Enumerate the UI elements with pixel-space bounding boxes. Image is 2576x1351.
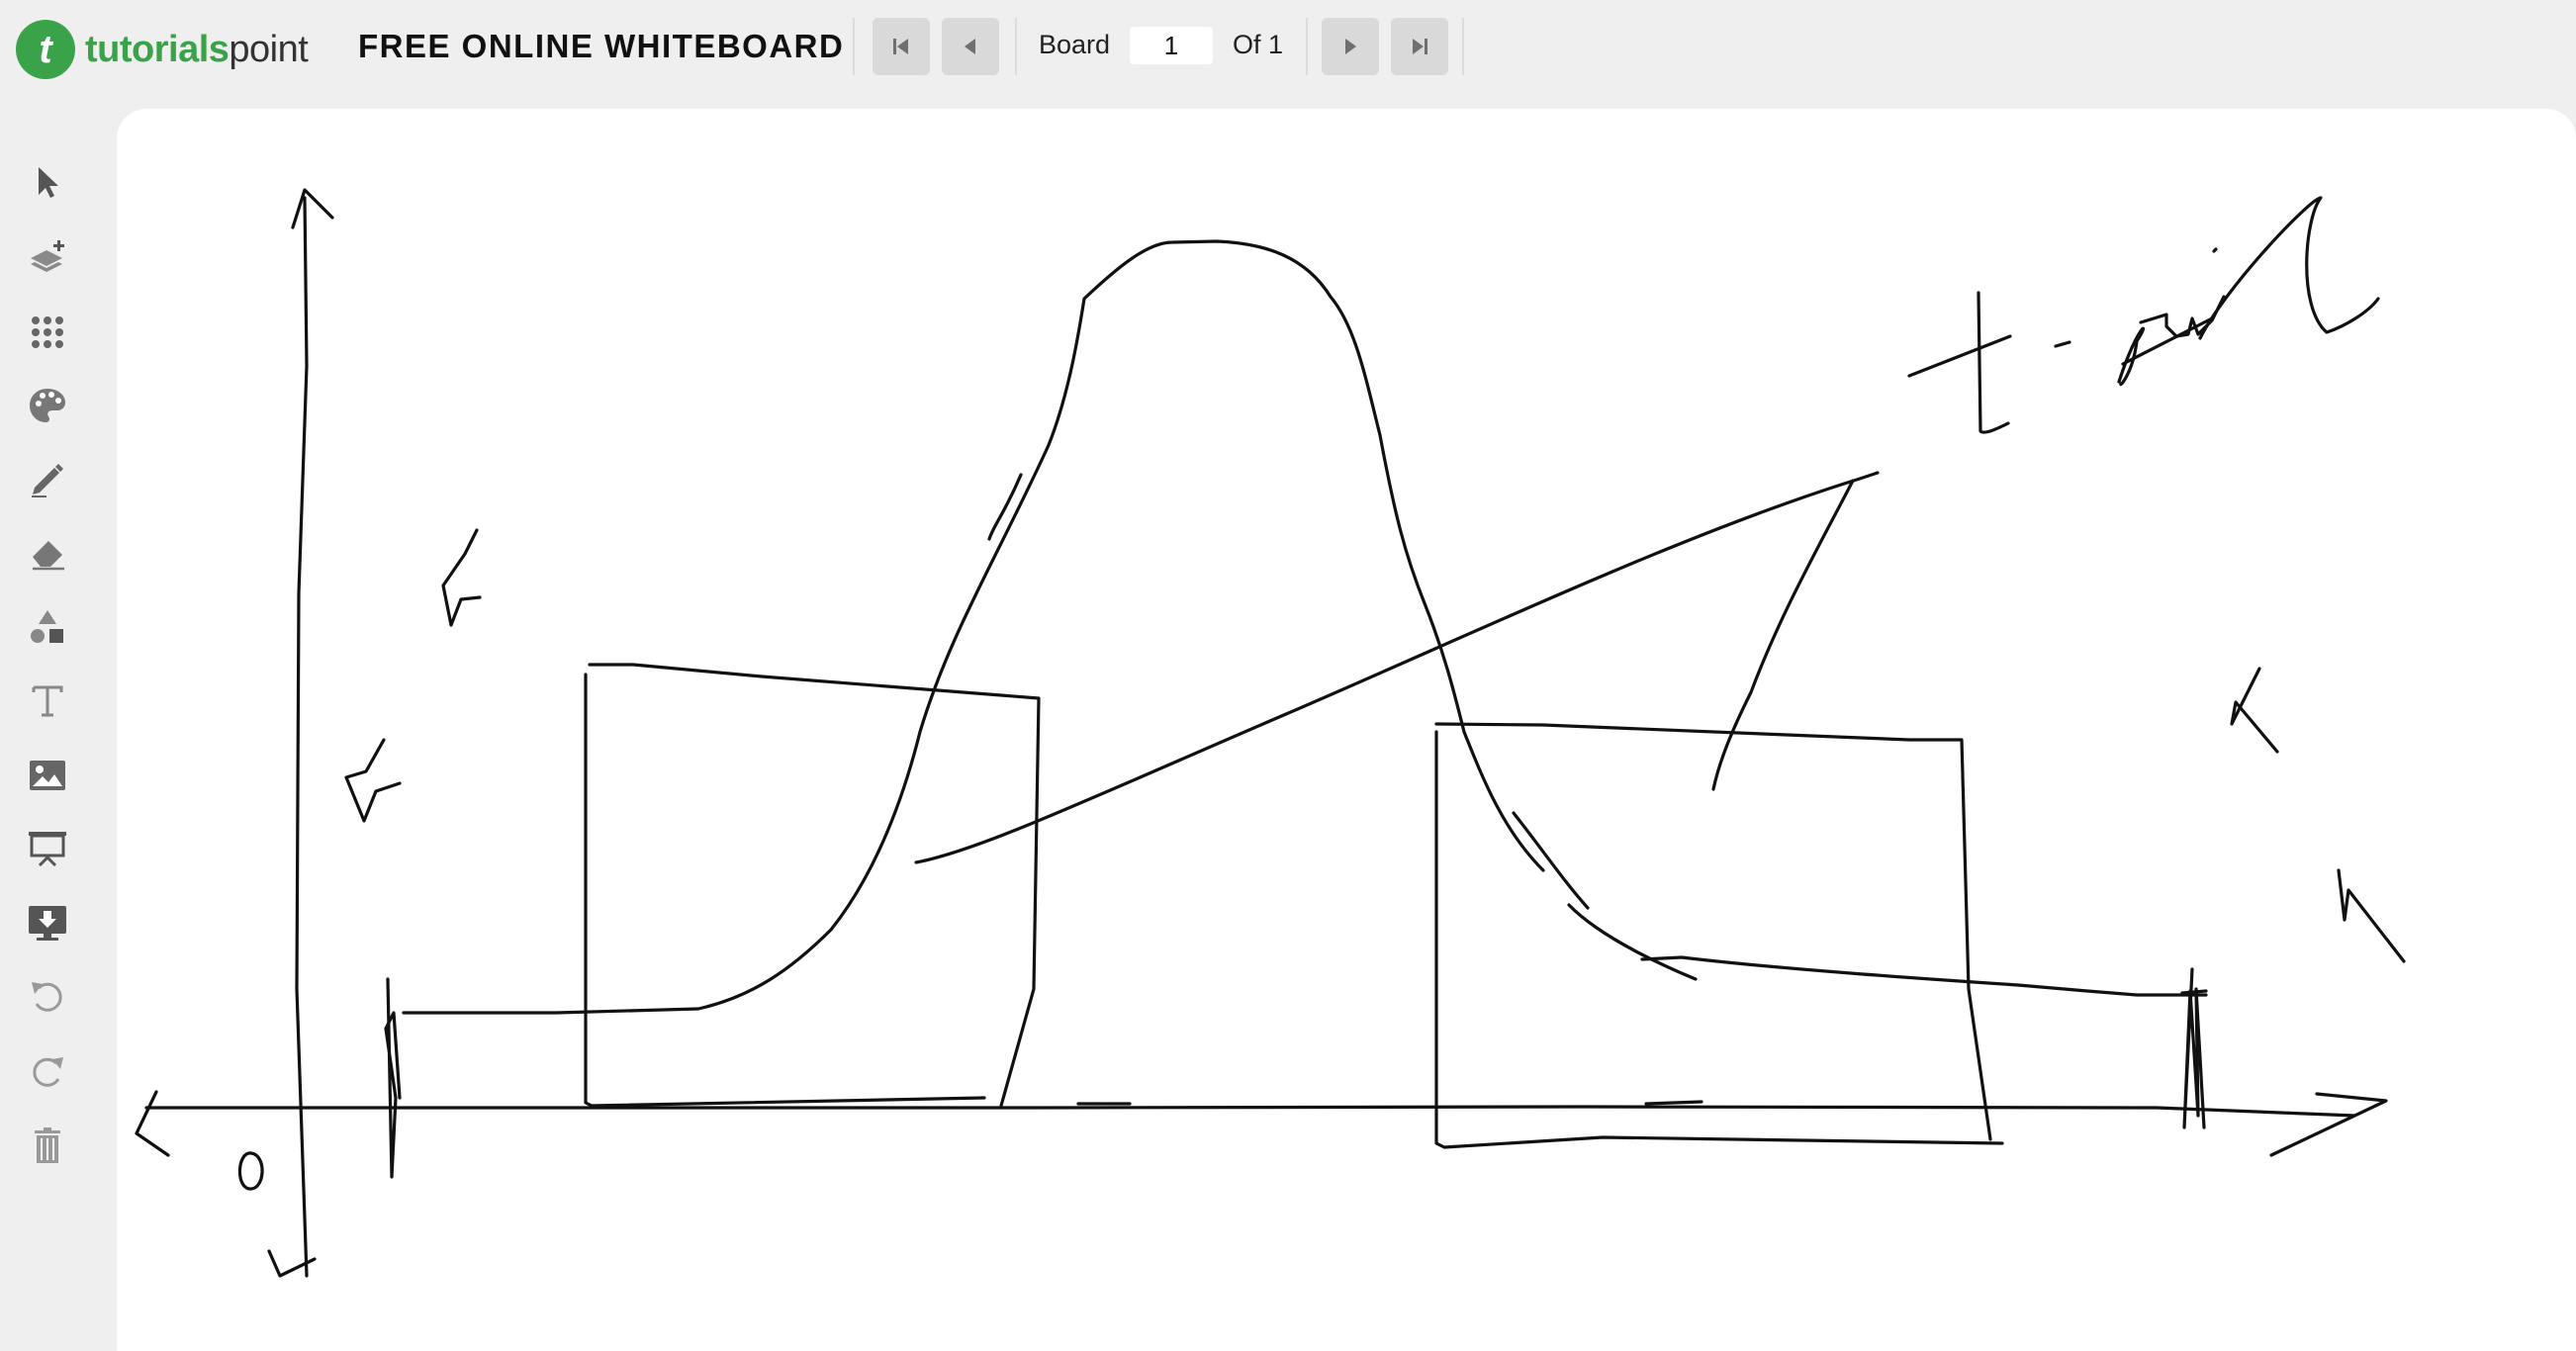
diagonal-line-spur-stroke — [1711, 479, 1855, 791]
whiteboard-app: t tutorialspoint FREE ONLINE WHITEBOARD … — [0, 0, 2576, 1351]
left-rectangle-stroke — [584, 663, 1041, 1108]
alpha-mark-1-stroke — [441, 528, 482, 627]
x-axis-arrowhead-stroke — [2269, 1092, 2388, 1157]
diagonal-line-stroke — [914, 471, 1880, 864]
end-tick-stroke — [2180, 967, 2208, 1129]
tick-mark-stroke — [384, 977, 402, 1179]
bell-curve-stroke — [402, 239, 1545, 1015]
y-axis-arrowhead-stroke — [291, 188, 334, 229]
bell-curve-left-tail-stroke — [987, 473, 1023, 541]
origin-zero-stroke — [237, 1151, 264, 1191]
mid-tick-stroke — [1076, 1100, 1703, 1106]
x-axis-left-arrow-stroke — [135, 1090, 170, 1157]
bell-curve-tail-stroke — [1512, 811, 1698, 981]
bell-curve-flat-tail-stroke — [1640, 955, 2208, 997]
alpha-mark-3-stroke — [2230, 667, 2279, 754]
drawing-layer[interactable] — [0, 0, 2576, 1351]
x-axis-stroke — [144, 1105, 2356, 1118]
alpha-mark-2-stroke — [344, 738, 402, 823]
t-tail-text-stroke — [1907, 196, 2380, 434]
y-axis-stroke — [295, 196, 309, 1278]
alpha-mark-4-stroke — [2337, 868, 2406, 963]
right-rectangle-stroke — [1434, 722, 2004, 1149]
